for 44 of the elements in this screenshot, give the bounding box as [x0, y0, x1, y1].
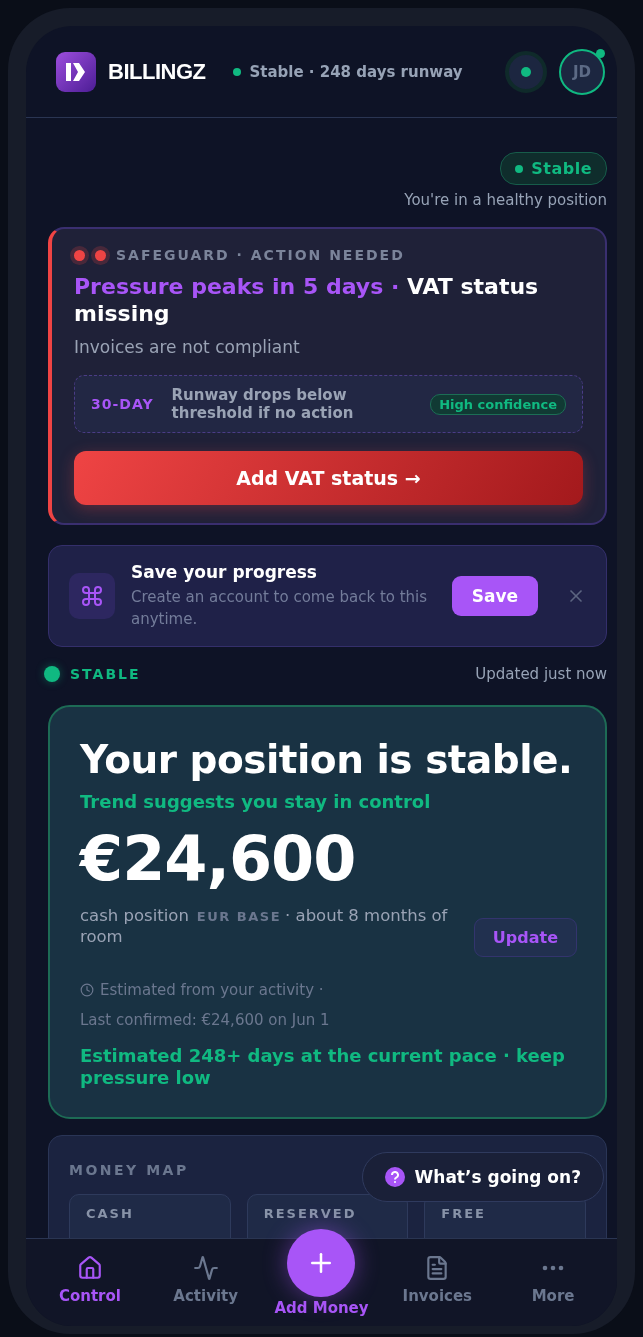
- cash-caption: cash position EUR BASE · about 8 months of room: [80, 906, 449, 947]
- home-icon: [76, 1255, 103, 1281]
- save-description: Create an account to come back to this anytime.: [131, 587, 429, 630]
- status-dot: [44, 666, 60, 682]
- avatar[interactable]: JD: [559, 48, 605, 95]
- runway-note: Estimated 248+ days at the current pace · keep pressure low: [80, 1045, 566, 1089]
- money-map-title: MONEY MAP: [69, 1162, 189, 1178]
- nav-tab[interactable]: More: [495, 1255, 611, 1305]
- help-icon: [384, 1167, 405, 1187]
- update-button[interactable]: Update: [473, 918, 577, 957]
- tile-label: RESERVED: [263, 1206, 357, 1221]
- tile-label: FREE: [441, 1206, 486, 1221]
- alert-title: Pressure peaks in 5 days · VAT status missing: [74, 273, 540, 327]
- add-money-button[interactable]: Add Money: [263, 1229, 380, 1317]
- more-icon: [542, 1265, 565, 1271]
- forecast-text: Runway drops below threshold if no action: [171, 386, 355, 422]
- status-button[interactable]: [505, 50, 547, 93]
- alert-eyebrow: SAFEGUARD · ACTION NEEDED: [74, 247, 583, 263]
- nav-tab[interactable]: Invoices: [379, 1255, 496, 1305]
- clock-icon: [80, 983, 94, 997]
- confidence-badge: High confidence: [430, 393, 566, 415]
- position-headline: Your position is stable.: [80, 737, 574, 783]
- command-icon: [69, 573, 115, 619]
- updated-text: Updated just now: [475, 665, 607, 683]
- tile-label: CASH: [86, 1206, 134, 1221]
- trend-text: Trend suggests you stay in control: [80, 791, 432, 812]
- save-title: Save your progress: [131, 562, 318, 582]
- status-badge: Stable: [500, 152, 607, 185]
- status-label: STABLE: [70, 666, 142, 682]
- help-button[interactable]: What’s going on?: [361, 1152, 604, 1202]
- runway-text: Stable · 248 days runway: [249, 62, 463, 81]
- nav-tab[interactable]: Control: [32, 1255, 148, 1305]
- brand-name: BILLINGZ: [108, 58, 206, 85]
- estimate-note: Estimated from your activity ·: [100, 981, 324, 999]
- cash-amount: €24,600: [80, 822, 357, 896]
- logo-icon: [56, 51, 96, 92]
- forecast-period: 30-DAY: [91, 396, 154, 412]
- activity-icon: [192, 1255, 219, 1281]
- save-button[interactable]: Save: [451, 576, 538, 616]
- nav-tab[interactable]: Activity: [147, 1255, 264, 1305]
- add-vat-button[interactable]: Add VAT status →: [74, 451, 583, 505]
- alert-subtitle: Invoices are not compliant: [74, 337, 301, 357]
- last-confirmed: Last confirmed: €24,600 on Jun 1: [80, 1011, 330, 1029]
- health-caption: You're in a healthy position: [404, 191, 607, 209]
